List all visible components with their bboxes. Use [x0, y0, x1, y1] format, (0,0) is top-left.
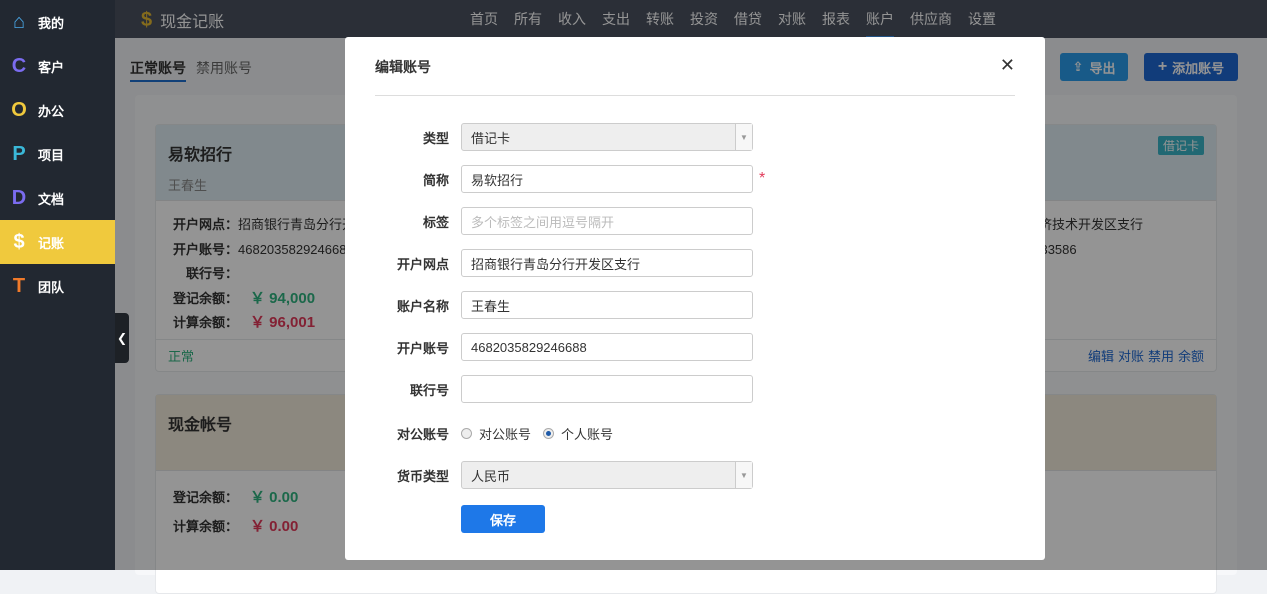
sidebar-item-label: 记账	[38, 235, 65, 251]
account-input[interactable]: 4682035829246688	[461, 333, 753, 361]
holder-input[interactable]: 王春生	[461, 291, 753, 319]
branch-input[interactable]: 招商银行青岛分行开发区支行	[461, 249, 753, 277]
sidebar: ⌂ 我的 C 客户 O 办公 P 项目 D 文档 $ 记账 T 团队	[0, 0, 115, 570]
sidebar-item-label: 我的	[38, 15, 65, 31]
dollar-icon: $	[13, 230, 25, 253]
letter-o-icon: O	[11, 98, 27, 121]
bank-no-label: 联行号	[409, 382, 449, 398]
holder-value: 王春生	[471, 298, 511, 314]
account-label: 开户账号	[396, 340, 449, 356]
edit-account-dialog: 编辑账号 ✕ 类型 借记卡 ▼ 简称 易软招行 * 标签 多个标签之间用逗号隔开 开户网点…	[345, 37, 1045, 560]
holder-label: 账户名称	[396, 298, 449, 314]
type-value: 借记卡	[471, 130, 511, 146]
letter-t-icon: T	[12, 274, 26, 297]
chevron-left-icon: ❮	[116, 331, 128, 345]
branch-label: 开户网点	[396, 256, 449, 272]
name-label: 简称	[422, 172, 449, 188]
close-icon[interactable]: ✕	[1000, 55, 1015, 76]
sidebar-item[interactable]: ⌂ 我的	[0, 0, 115, 44]
letter-d-icon: D	[11, 186, 27, 209]
radio-public[interactable]	[461, 427, 472, 439]
divider	[375, 95, 1015, 96]
radio-personal-label[interactable]: 个人账号	[561, 424, 613, 443]
sidebar-item[interactable]: $ 记账	[0, 220, 115, 264]
letter-p-icon: P	[12, 142, 26, 165]
sidebar-item-label: 项目	[38, 147, 65, 163]
sidebar-item[interactable]: P 项目	[0, 132, 115, 176]
collapse-sidebar-button[interactable]: ❮	[115, 313, 129, 363]
chevron-down-icon: ▼	[735, 124, 752, 150]
radio-public-label[interactable]: 对公账号	[479, 424, 531, 443]
home-icon: ⌂	[12, 10, 26, 33]
branch-value: 招商银行青岛分行开发区支行	[471, 256, 641, 272]
currency-label: 货币类型	[396, 468, 449, 484]
dialog-title: 编辑账号	[375, 59, 431, 75]
sidebar-item[interactable]: D 文档	[0, 176, 115, 220]
type-label: 类型	[422, 130, 449, 146]
radio-personal[interactable]	[543, 427, 555, 439]
required-star-icon: *	[759, 170, 766, 187]
sidebar-item-label: 团队	[38, 279, 65, 295]
currency-value: 人民币	[471, 468, 511, 484]
type-select[interactable]: 借记卡 ▼	[461, 123, 753, 151]
save-button[interactable]: 保存	[461, 505, 545, 533]
sidebar-item-label: 客户	[38, 59, 65, 75]
tags-placeholder: 多个标签之间用逗号隔开	[471, 214, 615, 230]
sidebar-item[interactable]: T 团队	[0, 264, 115, 308]
chevron-down-icon: ▼	[735, 462, 752, 488]
letter-c-icon: C	[11, 54, 27, 77]
currency-select[interactable]: 人民币 ▼	[461, 461, 753, 489]
sidebar-item-label: 办公	[38, 103, 65, 119]
name-value: 易软招行	[471, 172, 524, 188]
sidebar-item-label: 文档	[38, 191, 65, 207]
public-label: 对公账号	[396, 426, 449, 442]
sidebar-item[interactable]: O 办公	[0, 88, 115, 132]
sidebar-item[interactable]: C 客户	[0, 44, 115, 88]
account-value: 4682035829246688	[471, 339, 587, 355]
tags-label: 标签	[422, 214, 449, 230]
tags-input[interactable]: 多个标签之间用逗号隔开	[461, 207, 753, 235]
name-input[interactable]: 易软招行	[461, 165, 753, 193]
bank-no-input[interactable]	[461, 375, 753, 403]
